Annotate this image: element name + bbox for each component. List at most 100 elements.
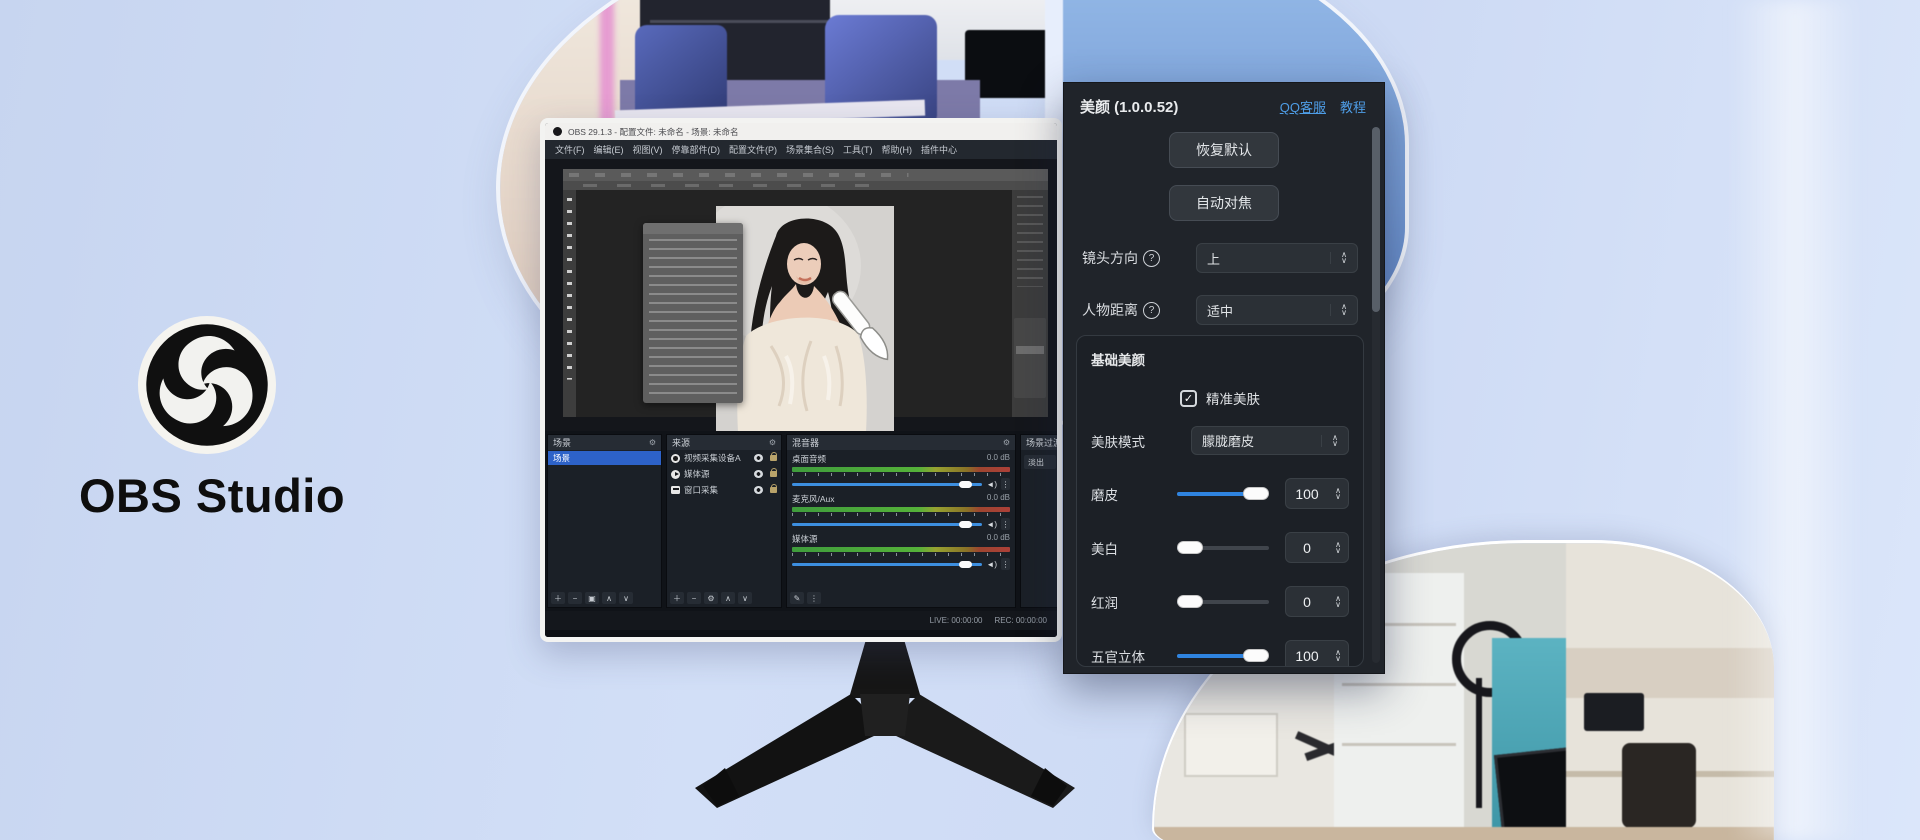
- face-3d-spinbox[interactable]: 100 ∧∨: [1285, 640, 1349, 667]
- channel-more-icon[interactable]: ⋮: [1001, 478, 1010, 490]
- menu-help[interactable]: 帮助(H): [882, 143, 913, 156]
- remove-source-icon[interactable]: −: [687, 592, 701, 604]
- transition-select[interactable]: 淡出: [1024, 455, 1056, 469]
- tutorial-link[interactable]: 教程: [1340, 97, 1366, 116]
- app-title: OBS Studio: [30, 468, 394, 523]
- smoothing-slider[interactable]: [1177, 487, 1269, 500]
- skin-mode-select[interactable]: 朦胧磨皮 ∧∨: [1191, 426, 1349, 455]
- scenes-toolbar: ＋ − ▣ ∧ ∨: [551, 592, 633, 604]
- lock-icon[interactable]: [770, 487, 777, 493]
- slider-handle[interactable]: [1177, 595, 1203, 608]
- visibility-eye-icon[interactable]: [754, 486, 763, 494]
- mixer-channel: 麦克风/Aux 0.0 dB ◄) ⋮: [787, 490, 1015, 530]
- spin-chevrons-icon[interactable]: ∧∨: [1328, 542, 1348, 554]
- scene-up-icon[interactable]: ∧: [602, 592, 616, 604]
- source-label: 媒体源: [684, 468, 750, 480]
- slider-handle[interactable]: [1243, 649, 1269, 662]
- menu-view[interactable]: 视图(V): [633, 143, 663, 156]
- restore-defaults-button[interactable]: 恢复默认: [1169, 132, 1279, 168]
- filters-icon[interactable]: ✎: [790, 592, 804, 604]
- obs-window: OBS 29.1.3 - 配置文件: 未命名 - 场景: 未命名 文件(F) 编…: [545, 123, 1057, 637]
- panel-title: 美颜 (1.0.0.52): [1080, 96, 1266, 117]
- group-title: 基础美颜: [1091, 349, 1349, 369]
- volume-slider[interactable]: [792, 480, 982, 488]
- menu-scene-collection[interactable]: 场景集合(S): [786, 143, 834, 156]
- sources-dock: 来源 ⚙ 视频采集设备A 媒体源: [666, 434, 782, 608]
- obs-logo: [138, 316, 276, 454]
- help-icon[interactable]: ?: [1143, 302, 1160, 319]
- add-scene-icon[interactable]: ＋: [551, 592, 565, 604]
- channel-name: 桌面音频: [792, 453, 826, 465]
- camera-direction-select[interactable]: 上 ∧∨: [1196, 243, 1358, 273]
- menu-plugin-center[interactable]: 插件中心: [921, 143, 957, 156]
- window-title: OBS 29.1.3 - 配置文件: 未命名 - 场景: 未命名: [568, 126, 739, 138]
- source-down-icon[interactable]: ∨: [738, 592, 752, 604]
- source-up-icon[interactable]: ∧: [721, 592, 735, 604]
- face-3d-slider[interactable]: [1177, 649, 1269, 662]
- volume-slider[interactable]: [792, 560, 982, 568]
- dock-menu-icon[interactable]: ⚙: [769, 438, 776, 447]
- whitening-slider[interactable]: [1177, 541, 1269, 554]
- spin-chevrons-icon[interactable]: ∧∨: [1328, 650, 1348, 662]
- source-row[interactable]: 视频采集设备A: [667, 450, 781, 466]
- spin-chevrons-icon[interactable]: ∧∨: [1328, 596, 1348, 608]
- scene-item[interactable]: 场景: [548, 451, 661, 465]
- obs-docks: 场景 ⚙ 场景 ＋ − ▣ ∧ ∨ 来源 ⚙: [545, 431, 1057, 611]
- lock-icon[interactable]: [770, 471, 777, 477]
- help-icon[interactable]: ?: [1143, 250, 1160, 267]
- smoothing-spinbox[interactable]: 100 ∧∨: [1285, 478, 1349, 509]
- dock-menu-icon[interactable]: ⚙: [649, 438, 656, 447]
- precise-skin-checkbox[interactable]: ✓: [1180, 390, 1197, 407]
- volume-slider[interactable]: [792, 520, 982, 528]
- basic-beauty-group: 基础美颜 ✓ 精准美肤 美肤模式 朦胧磨皮 ∧∨ 磨皮: [1076, 335, 1364, 667]
- rosy-slider[interactable]: [1177, 595, 1269, 608]
- scene-down-icon[interactable]: ∨: [619, 592, 633, 604]
- source-row[interactable]: 媒体源: [667, 466, 781, 482]
- window-icon: [671, 486, 680, 494]
- channel-db: 0.0 dB: [987, 493, 1010, 505]
- menu-file[interactable]: 文件(F): [555, 143, 585, 156]
- rosy-spinbox[interactable]: 0 ∧∨: [1285, 586, 1349, 617]
- scrollbar-thumb[interactable]: [1372, 127, 1380, 312]
- editor-layers-panel: [1014, 318, 1046, 398]
- speaker-icon[interactable]: ◄): [986, 520, 997, 529]
- select-chevrons-icon: ∧∨: [1321, 435, 1348, 447]
- rosy-label: 红润: [1091, 592, 1177, 612]
- speaker-icon[interactable]: ◄): [986, 560, 997, 569]
- qq-support-link[interactable]: QQ客服: [1280, 97, 1326, 116]
- visibility-eye-icon[interactable]: [754, 470, 763, 478]
- editor-toolstrip: [563, 190, 576, 417]
- dock-menu-icon[interactable]: ⚙: [1003, 438, 1010, 447]
- add-source-icon[interactable]: ＋: [670, 592, 684, 604]
- source-row[interactable]: 窗口采集: [667, 482, 781, 498]
- menu-edit[interactable]: 编辑(E): [594, 143, 624, 156]
- editor-app-window: [563, 169, 1048, 417]
- speaker-icon[interactable]: ◄): [986, 480, 997, 489]
- visibility-eye-icon[interactable]: [754, 454, 763, 462]
- mixer-more-icon[interactable]: ⋮: [807, 592, 821, 604]
- mixer-channel: 桌面音频 0.0 dB ◄) ⋮: [787, 450, 1015, 490]
- camera-direction-value: 上: [1197, 249, 1330, 268]
- duplicate-scene-icon[interactable]: ▣: [585, 592, 599, 604]
- editor-floating-panel: [643, 223, 743, 403]
- channel-more-icon[interactable]: ⋮: [1001, 558, 1010, 570]
- meter-ticks: [792, 473, 1010, 476]
- whitening-spinbox[interactable]: 0 ∧∨: [1285, 532, 1349, 563]
- person-distance-select[interactable]: 适中 ∧∨: [1196, 295, 1358, 325]
- face-3d-slider-row: 五官立体 100 ∧∨: [1091, 640, 1349, 667]
- menu-docks[interactable]: 停靠部件(D): [672, 143, 721, 156]
- media-icon: [671, 470, 680, 479]
- page: OBS Studio OBS 29.1.3 - 配置文件: 未命名 - 场景: …: [0, 0, 1920, 840]
- menu-profile[interactable]: 配置文件(P): [729, 143, 777, 156]
- channel-db: 0.0 dB: [987, 453, 1010, 465]
- lock-icon[interactable]: [770, 455, 777, 461]
- channel-more-icon[interactable]: ⋮: [1001, 518, 1010, 530]
- remove-scene-icon[interactable]: −: [568, 592, 582, 604]
- autofocus-button[interactable]: 自动对焦: [1169, 185, 1279, 221]
- slider-handle[interactable]: [1243, 487, 1269, 500]
- source-properties-icon[interactable]: ⚙: [704, 592, 718, 604]
- menu-tools[interactable]: 工具(T): [843, 143, 873, 156]
- slider-handle[interactable]: [1177, 541, 1203, 554]
- spin-chevrons-icon[interactable]: ∧∨: [1328, 488, 1348, 500]
- panel-scrollbar[interactable]: [1372, 127, 1380, 663]
